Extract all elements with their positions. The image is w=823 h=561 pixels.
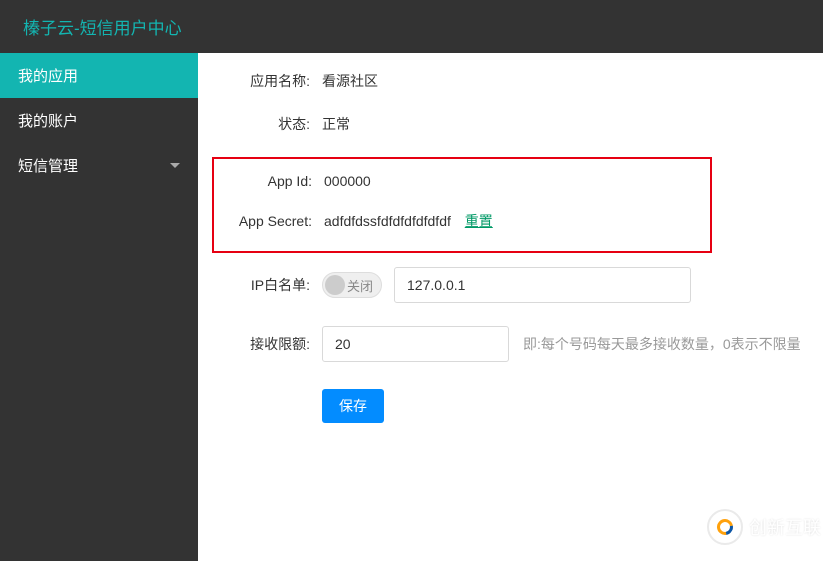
label-status: 状态: xyxy=(212,114,310,134)
label-app-name: 应用名称: xyxy=(212,71,310,91)
ip-whitelist-input[interactable] xyxy=(394,267,691,303)
save-button[interactable]: 保存 xyxy=(322,389,384,423)
value-app-secret: adfdfdssfdfdfdfdfdfdf 重置 xyxy=(324,211,493,231)
sidebar-item-label: 短信管理 xyxy=(18,155,78,176)
main-container: 我的应用 我的账户 短信管理 应用名称: 看源社区 状态: 正常 App Id:… xyxy=(0,53,823,561)
app-title: 榛子云-短信用户中心 xyxy=(23,14,182,39)
limit-input[interactable] xyxy=(322,326,509,362)
watermark-logo: 创新互联 xyxy=(707,509,821,545)
row-app-secret: App Secret: adfdfdssfdfdfdfdfdfdf 重置 xyxy=(214,211,710,231)
toggle-knob-icon xyxy=(325,275,345,295)
sidebar-item-label: 我的应用 xyxy=(18,65,78,86)
watermark-icon-inner xyxy=(714,516,736,538)
credentials-highlight-box: App Id: 000000 App Secret: adfdfdssfdfdf… xyxy=(212,157,712,253)
chevron-down-icon xyxy=(170,163,180,168)
reset-secret-link[interactable]: 重置 xyxy=(465,213,493,229)
label-ip-whitelist: IP白名单: xyxy=(212,275,310,295)
row-app-name: 应用名称: 看源社区 xyxy=(198,71,823,91)
row-status: 状态: 正常 xyxy=(198,114,823,134)
value-status: 正常 xyxy=(322,114,350,134)
row-ip-whitelist: IP白名单: 关闭 xyxy=(198,267,823,303)
row-limit: 接收限额: 即:每个号码每天最多接收数量，0表示不限量 xyxy=(198,326,823,362)
watermark-icon xyxy=(707,509,743,545)
watermark-text: 创新互联 xyxy=(749,514,821,540)
sidebar-item-my-account[interactable]: 我的账户 xyxy=(0,98,198,143)
sidebar-item-sms-manage[interactable]: 短信管理 xyxy=(0,143,198,188)
toggle-label: 关闭 xyxy=(347,276,373,295)
sidebar-item-my-app[interactable]: 我的应用 xyxy=(0,53,198,98)
ip-whitelist-toggle[interactable]: 关闭 xyxy=(322,272,382,298)
value-app-name: 看源社区 xyxy=(322,71,378,91)
label-limit: 接收限额: xyxy=(212,334,310,354)
app-header: 榛子云-短信用户中心 xyxy=(0,0,823,53)
main-content: 应用名称: 看源社区 状态: 正常 App Id: 000000 App Sec… xyxy=(198,53,823,561)
sidebar: 我的应用 我的账户 短信管理 xyxy=(0,53,198,561)
app-secret-text: adfdfdssfdfdfdfdfdfdf xyxy=(324,213,451,229)
limit-hint: 即:每个号码每天最多接收数量，0表示不限量 xyxy=(523,334,801,354)
label-app-id: App Id: xyxy=(214,173,312,189)
row-app-id: App Id: 000000 xyxy=(214,173,710,189)
label-app-secret: App Secret: xyxy=(214,213,312,229)
value-app-id: 000000 xyxy=(324,173,371,189)
sidebar-item-label: 我的账户 xyxy=(18,110,78,131)
